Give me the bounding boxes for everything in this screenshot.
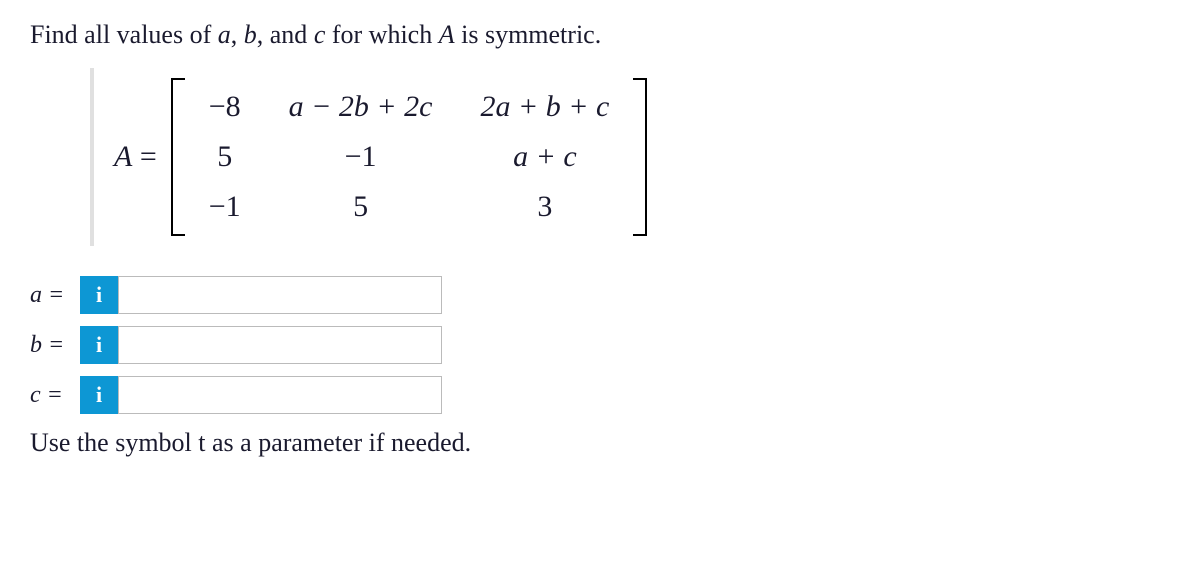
- label-a: a =: [30, 282, 80, 309]
- label-b: b =: [30, 332, 80, 359]
- matrix-lhs: A =: [114, 140, 157, 174]
- variable-a: a: [218, 20, 231, 49]
- left-bracket: [171, 78, 185, 236]
- cell-1-0: 5: [217, 140, 232, 173]
- cell-0-1: a − 2b + 2c: [289, 90, 433, 123]
- info-button-a[interactable]: i: [80, 276, 118, 314]
- cell-1-1: −1: [345, 140, 377, 173]
- info-button-b[interactable]: i: [80, 326, 118, 364]
- answers-section: a = i b = i c = i: [30, 276, 1170, 414]
- matrix-equation: A = −8 a − 2b + 2c 2a + b + c 5 −1 a + c…: [90, 68, 1170, 246]
- input-b[interactable]: [118, 326, 442, 364]
- info-button-c[interactable]: i: [80, 376, 118, 414]
- variable-A: A: [439, 20, 455, 49]
- answer-row-a: a = i: [30, 276, 1170, 314]
- info-icon: i: [96, 282, 102, 308]
- cell-0-0: −8: [209, 90, 241, 123]
- cell-1-2: a + c: [513, 140, 577, 173]
- input-c[interactable]: [118, 376, 442, 414]
- cell-2-0: −1: [209, 190, 241, 223]
- hint-text: Use the symbol t as a parameter if neede…: [30, 428, 1170, 458]
- matrix-body: −8 a − 2b + 2c 2a + b + c 5 −1 a + c −1 …: [171, 78, 648, 236]
- info-icon: i: [96, 382, 102, 408]
- question-pre: Find all values of: [30, 20, 218, 49]
- input-a[interactable]: [118, 276, 442, 314]
- variable-t: t: [198, 428, 205, 457]
- right-bracket: [633, 78, 647, 236]
- variable-b: b: [244, 20, 257, 49]
- answer-row-b: b = i: [30, 326, 1170, 364]
- cell-2-1: 5: [353, 190, 368, 223]
- question-text: Find all values of a, b, and c for which…: [30, 20, 1170, 50]
- variable-c: c: [314, 20, 326, 49]
- info-icon: i: [96, 332, 102, 358]
- cell-2-2: 3: [537, 190, 552, 223]
- cell-0-2: 2a + b + c: [480, 90, 609, 123]
- matrix-table: −8 a − 2b + 2c 2a + b + c 5 −1 a + c −1 …: [185, 82, 634, 232]
- answer-row-c: c = i: [30, 376, 1170, 414]
- label-c: c =: [30, 382, 80, 409]
